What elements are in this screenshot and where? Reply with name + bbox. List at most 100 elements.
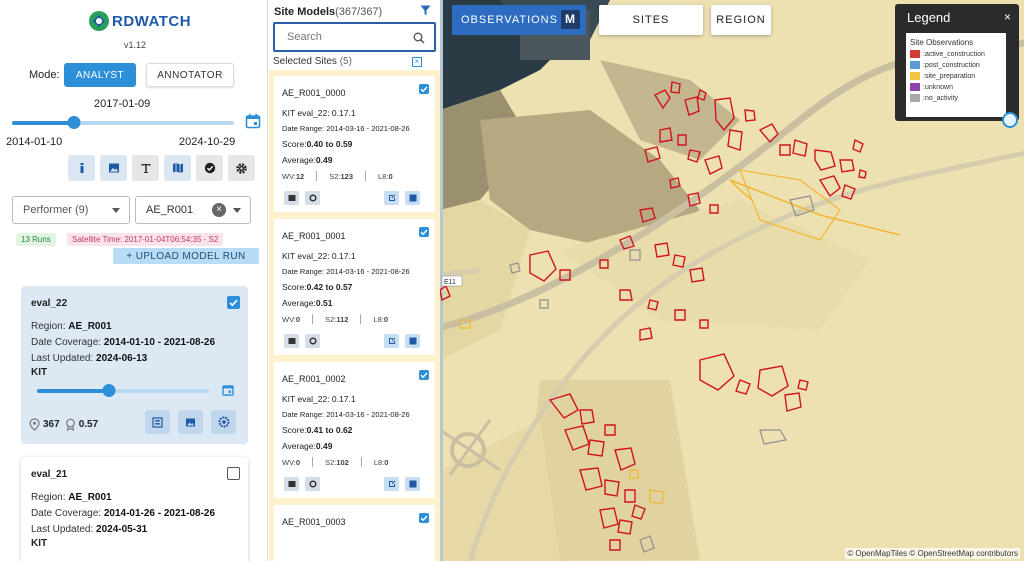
- text-icon: [141, 164, 150, 173]
- site-export-button[interactable]: [384, 477, 399, 491]
- divider: [312, 457, 314, 467]
- site-export-button[interactable]: [384, 191, 399, 205]
- site-images-button[interactable]: [405, 477, 420, 491]
- l8-label: L8:: [373, 457, 385, 467]
- updated-value: 2024-05-31: [96, 524, 148, 535]
- analyst-mode-button[interactable]: ANALYST: [64, 63, 136, 87]
- model-run-stats: 367 0.57: [29, 418, 98, 431]
- model-run-card[interactable]: eval_21 Region: AE_R001 Date Coverage: 2…: [21, 457, 248, 561]
- s2-count: 123: [340, 171, 354, 181]
- clear-selection-icon[interactable]: ×: [412, 57, 422, 67]
- region-toggle-button[interactable]: REGION: [711, 5, 771, 35]
- run-images-button[interactable]: [178, 410, 203, 434]
- map-icon: [172, 163, 183, 173]
- timeline-slider[interactable]: [12, 116, 234, 129]
- model-run-updated: Last Updated: 2024-06-13: [31, 353, 238, 364]
- site-date-range: Date Range: 2014-03-16 - 2021-08-26: [282, 124, 427, 133]
- l8-count: 0: [383, 314, 389, 324]
- site-card[interactable]: AE_R001_0003: [274, 505, 435, 561]
- app-name: RDWATCH: [112, 12, 192, 30]
- site-id: AE_R001_0003: [282, 517, 346, 527]
- site-date-range: Date Range: 2014-03-16 - 2021-08-26: [282, 267, 427, 276]
- filter-icon[interactable]: [420, 5, 431, 16]
- site-card[interactable]: AE_R001_0000 KIT eval_22: 0.17.1 Date Ra…: [274, 76, 435, 212]
- site-checkbox[interactable]: [419, 84, 429, 94]
- verified-button[interactable]: [196, 155, 223, 181]
- site-card[interactable]: AE_R001_0001 KIT eval_22: 0.17.1 Date Ra…: [274, 219, 435, 355]
- observations-toggle-button[interactable]: OBSERVATIONS M: [452, 5, 586, 35]
- image-search-icon: [409, 194, 416, 202]
- site-image-button[interactable]: [284, 191, 299, 205]
- site-settings-button[interactable]: [305, 334, 320, 348]
- upload-model-run-button[interactable]: + UPLOAD MODEL RUN: [113, 248, 259, 264]
- site-checkbox[interactable]: [419, 513, 429, 523]
- wv-count: 12: [295, 171, 305, 181]
- clear-icon[interactable]: ×: [212, 203, 226, 217]
- info-button[interactable]: [68, 155, 95, 181]
- site-model: KIT eval_22: 0.17.1: [282, 108, 356, 118]
- sites-toggle-button[interactable]: SITES: [599, 5, 703, 35]
- verified-icon: [204, 162, 215, 174]
- legend-swatch: [910, 72, 920, 80]
- l8-count: 0: [388, 171, 393, 181]
- text-button[interactable]: [132, 155, 159, 181]
- map-view[interactable]: E11 OBSERVATIONS M SITES REGION Legend ×…: [440, 0, 1024, 561]
- updated-value: 2024-06-13: [96, 353, 148, 364]
- site-image-counts: WV: 0 S2: 102 L8: 0: [282, 457, 388, 467]
- model-run-coverage: Date Coverage: 2014-01-26 - 2021-08-26: [31, 508, 238, 519]
- site-checkbox[interactable]: [419, 370, 429, 380]
- site-settings-button[interactable]: [305, 191, 320, 205]
- settings-button[interactable]: [228, 155, 255, 181]
- site-image-button[interactable]: [284, 334, 299, 348]
- current-date: 2017-01-09: [94, 98, 151, 110]
- site-search-input[interactable]: Search: [273, 22, 436, 52]
- image-search-icon: [409, 480, 416, 488]
- model-run-slider[interactable]: [37, 384, 209, 397]
- site-tools-right: [384, 477, 420, 491]
- site-model: KIT eval_22: 0.17.1: [282, 251, 356, 261]
- site-images-button[interactable]: [405, 191, 420, 205]
- model-run-checkbox[interactable]: [227, 296, 240, 309]
- annotator-mode-button[interactable]: ANNOTATOR: [146, 63, 234, 87]
- model-run-performer: KIT: [31, 367, 48, 378]
- close-icon[interactable]: ×: [1004, 10, 1011, 24]
- export-icon: [388, 337, 395, 344]
- site-settings-button[interactable]: [305, 477, 320, 491]
- model-run-card[interactable]: eval_22 Region: AE_R001 Date Coverage: 2…: [21, 286, 248, 444]
- site-image-button[interactable]: [284, 477, 299, 491]
- calendar-icon[interactable]: [245, 113, 261, 129]
- l8-label: L8:: [378, 171, 389, 181]
- site-checkbox[interactable]: [419, 227, 429, 237]
- timeline-start-date: 2014-01-10: [6, 136, 63, 148]
- image-icon: [108, 163, 119, 173]
- model-run-checkbox[interactable]: [227, 467, 240, 480]
- calendar-icon[interactable]: [222, 384, 234, 396]
- legend-item: :active_construction: [910, 50, 1002, 58]
- locate-icon[interactable]: [1002, 112, 1018, 128]
- check-icon: [420, 229, 428, 236]
- check-icon: [420, 515, 428, 522]
- average-label: Average:: [282, 298, 316, 308]
- date-label: Date Range:: [282, 410, 325, 419]
- run-settings-button[interactable]: [211, 410, 236, 434]
- list-icon: [152, 416, 163, 428]
- site-image-counts: WV: 0 S2: 112 L8: 0: [282, 314, 388, 324]
- legend-title: Legend: [907, 10, 951, 25]
- site-images-button[interactable]: [405, 334, 420, 348]
- logo-icon: [89, 11, 109, 31]
- updated-label: Last Updated:: [31, 353, 94, 364]
- s2-label: S2:: [325, 457, 337, 467]
- model-run-slider-thumb[interactable]: [102, 384, 116, 397]
- image-button[interactable]: [100, 155, 127, 181]
- site-card[interactable]: AE_R001_0002 KIT eval_22: 0.17.1 Date Ra…: [274, 362, 435, 498]
- map-attribution: © OpenMapTiles © OpenStreetMap contribut…: [845, 548, 1020, 559]
- map-layers-button[interactable]: [164, 155, 191, 181]
- timeline-slider-thumb[interactable]: [67, 116, 81, 129]
- image-icon: [186, 418, 195, 426]
- performer-select[interactable]: Performer (9): [12, 196, 130, 224]
- gear-icon: [308, 194, 317, 202]
- average-value: 0.51: [315, 298, 333, 308]
- region-select[interactable]: AE_R001 ×: [135, 196, 251, 224]
- site-details-button[interactable]: [145, 410, 170, 434]
- site-export-button[interactable]: [384, 334, 399, 348]
